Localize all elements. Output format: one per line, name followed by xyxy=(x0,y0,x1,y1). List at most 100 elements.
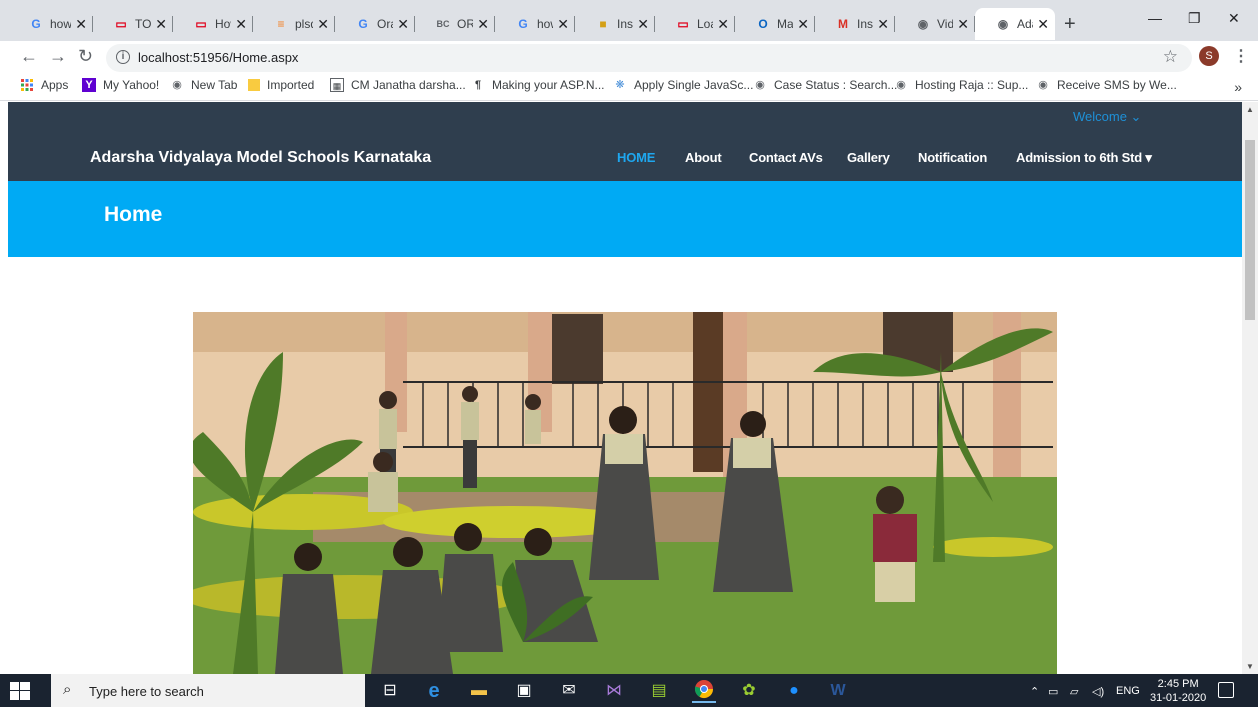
browser-tab[interactable]: BC ORA ✕ xyxy=(415,8,495,40)
browser-tab[interactable]: ▭ Loa ✕ xyxy=(655,8,735,40)
close-tab-icon[interactable]: ✕ xyxy=(717,16,729,33)
menu-kebab-icon[interactable]: ⋮ xyxy=(1233,46,1249,66)
windows-start-icon[interactable] xyxy=(10,682,30,700)
bookmark-apps[interactable]: Apps xyxy=(20,78,68,92)
app-icon[interactable]: ✿ xyxy=(737,679,761,703)
page-scrollbar[interactable]: ▲ ▼ xyxy=(1242,102,1258,674)
folder-icon xyxy=(248,79,260,91)
close-tab-icon[interactable]: ✕ xyxy=(75,16,87,33)
browser-tab[interactable]: ▭ How ✕ xyxy=(173,8,253,40)
mail-icon[interactable]: ✉ xyxy=(557,679,581,703)
bookmark-item[interactable]: ◉ New Tab xyxy=(170,78,237,92)
minimize-button[interactable]: — xyxy=(1148,10,1162,26)
visual-studio-icon[interactable]: ⋈ xyxy=(602,679,626,703)
back-button[interactable]: ← xyxy=(20,46,38,67)
close-tab-icon[interactable]: ✕ xyxy=(957,16,969,33)
bookmark-star-icon[interactable]: ☆ xyxy=(1163,47,1178,67)
bc-icon: BC xyxy=(436,19,450,29)
close-tab-icon[interactable]: ✕ xyxy=(1037,16,1049,33)
volume-icon[interactable]: ◁) xyxy=(1092,685,1104,698)
browser-tab[interactable]: M Insti ✕ xyxy=(815,8,895,40)
taskbar-clock[interactable]: 2:45 PM 31-01-2020 xyxy=(1150,677,1206,705)
oracle-icon: ▭ xyxy=(115,17,127,31)
bookmark-item[interactable]: ◉ Hosting Raja :: Sup... xyxy=(894,78,1028,92)
oracle-icon: ▭ xyxy=(677,17,689,31)
bookmark-item[interactable]: ▦ CM Janatha darsha... xyxy=(330,78,466,92)
browser-tab[interactable]: ▭ TO_l ✕ xyxy=(93,8,173,40)
profile-avatar[interactable]: S xyxy=(1199,46,1219,66)
nav-contact-avs[interactable]: Contact AVs xyxy=(749,150,823,165)
page-icon: ❋ xyxy=(615,79,625,91)
forward-button[interactable]: → xyxy=(49,46,67,67)
scroll-up-icon[interactable]: ▲ xyxy=(1246,105,1254,114)
globe-icon: ◉ xyxy=(896,79,906,91)
bookmark-item[interactable]: ❋ Apply Single JavaSc... xyxy=(613,78,753,92)
close-tab-icon[interactable]: ✕ xyxy=(155,16,167,33)
tab-label: plsq xyxy=(295,17,313,31)
edge-icon[interactable]: e xyxy=(422,679,446,703)
tray-expand-icon[interactable]: ⌃ xyxy=(1030,685,1039,698)
task-view-icon[interactable]: ⊟ xyxy=(378,679,402,703)
google-icon: G xyxy=(358,17,368,31)
bookmark-item[interactable]: ◉ Case Status : Search... xyxy=(753,78,897,92)
bookmark-label: My Yahoo! xyxy=(103,78,160,92)
scrollbar-thumb[interactable] xyxy=(1245,140,1255,320)
reload-button[interactable]: ↻ xyxy=(78,46,93,67)
bookmark-label: CM Janatha darsha... xyxy=(351,78,466,92)
notepad-plus-icon[interactable]: ▤ xyxy=(647,679,671,703)
app-icon[interactable]: ● xyxy=(782,679,806,703)
close-window-button[interactable]: ✕ xyxy=(1228,10,1240,27)
close-tab-icon[interactable]: ✕ xyxy=(477,16,489,33)
tab-label: TO_l xyxy=(135,17,152,31)
nav-gallery[interactable]: Gallery xyxy=(847,150,890,165)
browser-tab-active[interactable]: ◉ Ada ✕ xyxy=(975,8,1055,40)
browser-tab[interactable]: G Orac ✕ xyxy=(335,8,415,40)
browser-tab[interactable]: G how ✕ xyxy=(8,8,93,40)
browser-tab[interactable]: G how ✕ xyxy=(495,8,575,40)
bookmark-folder[interactable]: Imported xyxy=(248,78,314,92)
nav-notification[interactable]: Notification xyxy=(918,150,987,165)
bookmark-item[interactable]: Y My Yahoo! xyxy=(82,78,159,92)
welcome-dropdown[interactable]: Welcome ⌄ xyxy=(1073,109,1141,125)
browser-tab[interactable]: ≡ plsq ✕ xyxy=(253,8,335,40)
close-tab-icon[interactable]: ✕ xyxy=(235,16,247,33)
close-tab-icon[interactable]: ✕ xyxy=(797,16,809,33)
bookmarks-overflow-button[interactable]: » xyxy=(1234,79,1242,95)
network-icon[interactable]: ▱ xyxy=(1070,685,1078,698)
close-tab-icon[interactable]: ✕ xyxy=(317,16,329,33)
language-indicator[interactable]: ENG xyxy=(1116,685,1140,697)
bookmark-item[interactable]: ¶ Making your ASP.N... xyxy=(471,78,605,92)
address-bar[interactable]: i localhost:51956/Home.aspx ☆ xyxy=(106,44,1192,72)
chrome-icon[interactable] xyxy=(692,679,716,703)
bookmark-item[interactable]: ◉ Receive SMS by We... xyxy=(1036,78,1177,92)
tab-label: Inse xyxy=(617,17,634,31)
taskbar-search-box[interactable]: ⌕ Type here to search xyxy=(51,674,365,707)
google-icon: G xyxy=(31,17,41,31)
browser-tab[interactable]: ◉ Vidy ✕ xyxy=(895,8,975,40)
bookmarks-bar: Apps Y My Yahoo! ◉ New Tab Imported ▦ CM Ja… xyxy=(0,73,1258,101)
nav-home[interactable]: HOME xyxy=(617,150,655,165)
nav-about[interactable]: About xyxy=(685,150,722,165)
store-icon[interactable]: ▣ xyxy=(512,679,536,703)
close-tab-icon[interactable]: ✕ xyxy=(557,16,569,33)
word-icon[interactable]: W xyxy=(826,679,850,703)
page-banner: Home xyxy=(8,181,1242,257)
browser-tab[interactable]: ■ Inse ✕ xyxy=(575,8,655,40)
new-tab-button[interactable]: + xyxy=(1064,13,1076,36)
info-icon[interactable]: i xyxy=(116,50,130,64)
close-tab-icon[interactable]: ✕ xyxy=(637,16,649,33)
scroll-down-icon[interactable]: ▼ xyxy=(1246,662,1254,671)
action-center-icon[interactable] xyxy=(1218,682,1234,698)
close-tab-icon[interactable]: ✕ xyxy=(397,16,409,33)
close-tab-icon[interactable]: ✕ xyxy=(877,16,889,33)
url-text[interactable]: localhost:51956/Home.aspx xyxy=(138,50,298,65)
site-brand[interactable]: Adarsha Vidyalaya Model Schools Karnatak… xyxy=(90,149,431,167)
file-explorer-icon[interactable]: ▬ xyxy=(467,679,491,703)
nav-admission-dropdown[interactable]: Admission to 6th Std ▾ xyxy=(1016,150,1152,166)
browser-tab[interactable]: O Mail ✕ xyxy=(735,8,815,40)
pilcrow-icon: ¶ xyxy=(474,79,482,91)
tab-label: How xyxy=(215,17,231,31)
battery-icon[interactable]: ▭ xyxy=(1048,685,1058,698)
gmail-icon: M xyxy=(838,17,848,31)
restore-button[interactable]: ❐ xyxy=(1188,10,1201,27)
